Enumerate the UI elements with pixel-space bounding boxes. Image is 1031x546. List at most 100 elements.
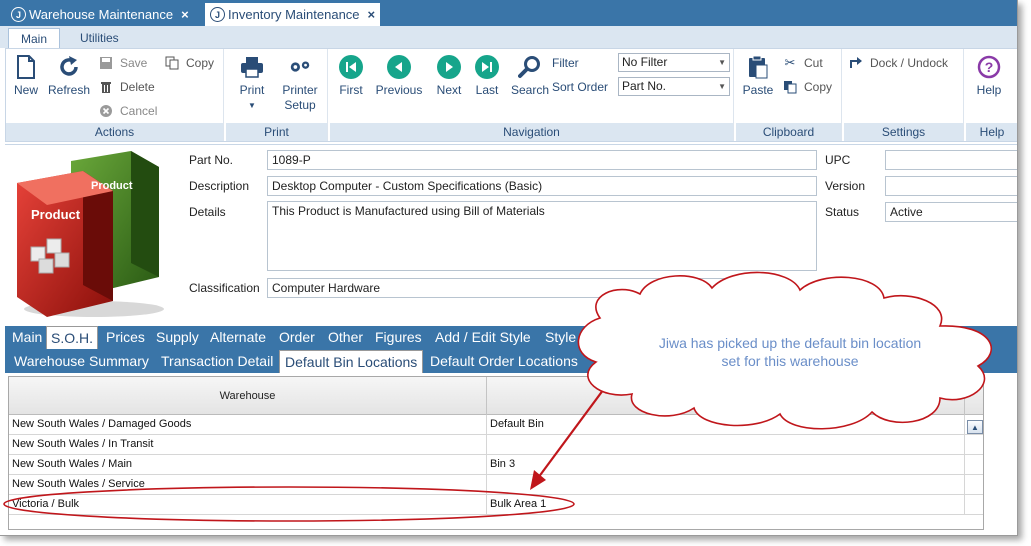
last-icon: [475, 55, 499, 79]
tab-add-edit-style[interactable]: Add / Edit Style: [431, 326, 535, 349]
delete-label: Delete: [120, 80, 155, 94]
close-icon[interactable]: ×: [181, 7, 189, 22]
print-label: Print: [239, 83, 265, 97]
filter-select[interactable]: No Filter ▼: [618, 53, 730, 72]
tab-default-order-locations[interactable]: Default Order Locations: [425, 350, 583, 373]
gear-icon: [288, 55, 312, 79]
cut-button[interactable]: ✂ Cut: [782, 53, 823, 73]
tab-main[interactable]: Main: [8, 326, 46, 349]
tab-default-bin-locations[interactable]: Default Bin Locations: [279, 350, 424, 373]
warehouse-cell: New South Wales / In Transit: [9, 435, 487, 455]
tab-supply[interactable]: Supply: [152, 326, 203, 349]
last-button[interactable]: Last: [470, 55, 504, 98]
group-label-navigation: Navigation: [330, 123, 733, 141]
tab-style-so[interactable]: Style SO: [541, 326, 604, 349]
ribbon-tab-utilities[interactable]: Utilities: [68, 28, 131, 48]
search-label: Search: [510, 83, 550, 97]
status-label: Status: [825, 205, 860, 219]
printer-setup-button[interactable]: Printer Setup: [276, 55, 324, 113]
tab-prices[interactable]: Prices: [102, 326, 149, 349]
doc-tab-inventory-maintenance[interactable]: J Inventory Maintenance ×: [205, 3, 381, 26]
first-button[interactable]: First: [334, 55, 368, 98]
doc-tab-warehouse-maintenance[interactable]: J Warehouse Maintenance ×: [6, 3, 194, 26]
paste-label: Paste: [742, 83, 774, 97]
product-box-label-back: Product: [91, 180, 133, 192]
paste-button[interactable]: Paste: [740, 55, 776, 98]
scroll-up-button[interactable]: ▲: [967, 420, 983, 434]
details-label: Details: [189, 205, 226, 219]
filter-label: Filter: [552, 56, 579, 70]
refresh-button[interactable]: Refresh: [46, 55, 92, 98]
search-button[interactable]: Search: [510, 55, 550, 98]
ribbon-tab-main[interactable]: Main: [8, 28, 61, 48]
group-label-actions: Actions: [6, 123, 223, 141]
status-field[interactable]: Active: [885, 202, 1017, 222]
table-row[interactable]: New South Wales / Service: [9, 475, 983, 495]
next-label: Next: [436, 83, 462, 97]
trash-icon: [98, 79, 114, 95]
product-box-label: Product: [31, 207, 81, 222]
group-label-clipboard: Clipboard: [736, 123, 841, 141]
jiwa-icon: J: [210, 7, 225, 22]
ribbon-tab-bar: Main Utilities: [0, 26, 1017, 48]
table-row[interactable]: New South Wales / In Transit: [9, 435, 983, 455]
cancel-icon: [98, 103, 114, 119]
part-no-field[interactable]: 1089-P: [267, 150, 817, 170]
upc-field[interactable]: [885, 150, 1017, 170]
cancel-label: Cancel: [120, 104, 158, 118]
help-icon: ?: [977, 55, 1001, 79]
tab-figures[interactable]: Figures: [371, 326, 426, 349]
product-header: Product Product Part No. 1089-P Descript…: [5, 144, 1017, 324]
classification-field[interactable]: Computer Hardware: [267, 278, 787, 298]
bin-cell[interactable]: Bin 3: [487, 455, 965, 475]
doc-tab-label: Warehouse Maintenance: [29, 7, 174, 22]
next-button[interactable]: Next: [432, 55, 466, 98]
version-field[interactable]: [885, 176, 1017, 196]
tab-other[interactable]: Other: [324, 326, 367, 349]
close-icon[interactable]: ×: [368, 7, 376, 22]
dock-undock-button[interactable]: Dock / Undock: [848, 53, 948, 73]
table-row[interactable]: New South Wales / Main Bin 3: [9, 455, 983, 475]
help-button[interactable]: ? Help: [972, 55, 1006, 98]
bin-cell[interactable]: [487, 475, 965, 495]
save-button[interactable]: Save: [98, 53, 147, 73]
first-icon: [339, 55, 363, 79]
details-field[interactable]: This Product is Manufactured using Bill …: [267, 201, 817, 271]
dock-icon: [848, 55, 864, 71]
tab-transaction-detail[interactable]: Transaction Detail: [156, 350, 278, 373]
new-button[interactable]: New: [10, 55, 42, 98]
inventory-window: J Warehouse Maintenance × J Inventory Ma…: [0, 0, 1018, 536]
cancel-button[interactable]: Cancel: [98, 101, 157, 121]
copy-icon: [782, 79, 798, 95]
filter-value: No Filter: [622, 55, 668, 69]
tab-warehouse-summary[interactable]: Warehouse Summary: [9, 350, 154, 373]
warehouse-cell: New South Wales / Service: [9, 475, 487, 495]
previous-button[interactable]: Previous: [374, 55, 424, 98]
tab-order[interactable]: Order: [275, 326, 319, 349]
printer-icon: [240, 55, 264, 79]
group-label-print: Print: [226, 123, 327, 141]
printer-setup-label-1: Printer: [282, 83, 318, 97]
description-field[interactable]: Desktop Computer - Custom Specifications…: [267, 176, 817, 196]
scissors-icon: ✂: [784, 55, 796, 70]
chevron-down-icon: ▼: [718, 82, 726, 91]
first-label: First: [339, 83, 363, 97]
sort-order-select[interactable]: Part No. ▼: [618, 77, 730, 96]
bin-cell[interactable]: Default Bin: [487, 415, 965, 435]
bin-cell[interactable]: [487, 435, 965, 455]
warehouse-cell: New South Wales / Main: [9, 455, 487, 475]
group-print: Print ▼ Printer Setup Print: [226, 49, 328, 141]
bin-cell[interactable]: Bulk Area 1: [487, 495, 965, 515]
print-button[interactable]: Print ▼: [232, 55, 272, 113]
tab-soh[interactable]: S.O.H.: [46, 326, 99, 349]
delete-button[interactable]: Delete: [98, 77, 155, 97]
warehouse-cell: New South Wales / Damaged Goods: [9, 415, 487, 435]
column-header-warehouse[interactable]: Warehouse: [9, 377, 487, 415]
copy-record-button[interactable]: Copy: [164, 53, 214, 73]
column-header-bin[interactable]: [487, 377, 965, 415]
tab-alternate[interactable]: Alternate: [206, 326, 270, 349]
copy-button[interactable]: Copy: [782, 77, 832, 97]
table-row[interactable]: Victoria / Bulk Bulk Area 1: [9, 495, 983, 515]
table-row[interactable]: New South Wales / Damaged Goods Default …: [9, 415, 983, 435]
version-label: Version: [825, 179, 866, 193]
